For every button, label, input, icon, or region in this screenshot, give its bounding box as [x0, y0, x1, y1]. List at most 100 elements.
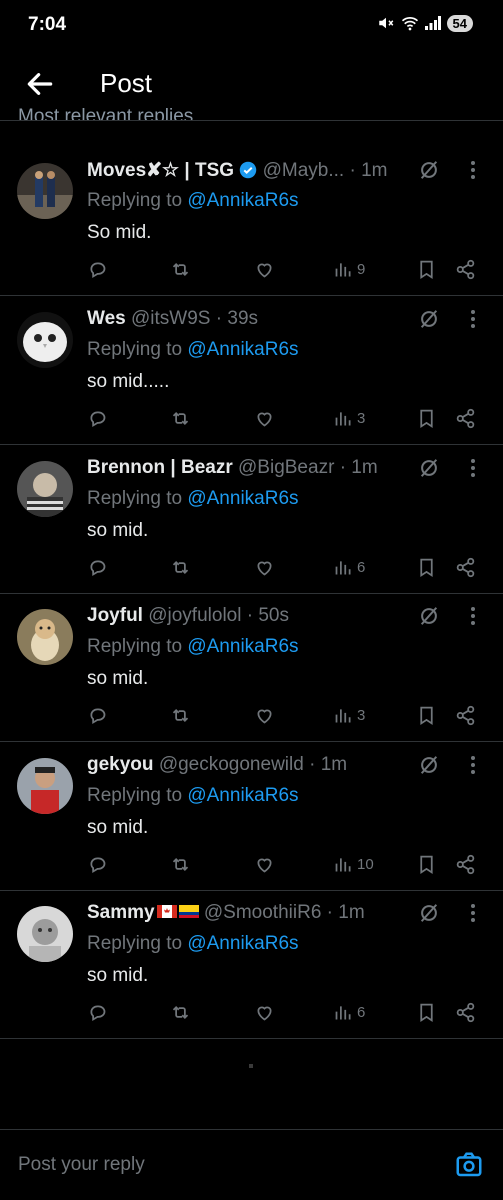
more-options-icon[interactable]	[465, 159, 481, 181]
like-button[interactable]	[254, 408, 275, 429]
share-button[interactable]	[455, 1002, 476, 1023]
user-handle[interactable]: @geckogonewild	[159, 754, 304, 775]
share-button[interactable]	[455, 259, 476, 280]
views-icon	[335, 709, 351, 723]
display-name[interactable]: Brennon | Beazr	[87, 457, 233, 478]
more-options-icon[interactable]	[465, 902, 481, 924]
share-button[interactable]	[455, 557, 476, 578]
views-button[interactable]: 6	[333, 1002, 365, 1023]
reply-item[interactable]: Moves✘☆ | TSG @Mayb... · 1m Replying to @…	[0, 147, 503, 296]
grok-icon[interactable]	[418, 902, 440, 924]
like-button[interactable]	[254, 854, 275, 875]
user-handle[interactable]: @Mayb...	[263, 160, 345, 181]
reply-item[interactable]: Sammy @SmoothiiR6 · 1m Replying to @Annik…	[0, 890, 503, 1039]
display-name[interactable]: Sammy	[87, 902, 155, 923]
bookmark-button[interactable]	[416, 705, 437, 726]
repost-button[interactable]	[170, 557, 191, 578]
like-button[interactable]	[254, 705, 275, 726]
post-time: · 50s	[246, 605, 289, 626]
views-icon	[335, 561, 351, 575]
post-time: · 39s	[215, 308, 259, 329]
grok-icon[interactable]	[418, 159, 440, 181]
heart-icon	[257, 709, 272, 724]
battery-indicator: 54	[446, 14, 473, 32]
display-name[interactable]: gekyou	[87, 754, 154, 775]
reply-button[interactable]	[87, 557, 108, 578]
replying-to-link[interactable]: @AnnikaR6s	[187, 339, 298, 360]
bookmark-icon	[420, 1003, 433, 1023]
bookmark-button[interactable]	[416, 557, 437, 578]
wifi-icon	[401, 17, 418, 31]
back-arrow-icon[interactable]	[24, 68, 56, 100]
bookmark-button[interactable]	[416, 1002, 437, 1023]
user-handle[interactable]: @BigBeazr	[238, 457, 334, 478]
repost-button[interactable]	[170, 854, 191, 875]
views-button[interactable]: 10	[333, 854, 374, 875]
user-handle[interactable]: @SmoothiiR6	[204, 902, 322, 923]
repost-button[interactable]	[170, 259, 191, 280]
reply-item[interactable]: Wes @itsW9S · 39s Replying to @AnnikaR6s s…	[0, 296, 503, 445]
reply-button[interactable]	[87, 259, 108, 280]
views-button[interactable]: 9	[333, 259, 365, 280]
reply-button[interactable]	[87, 1002, 108, 1023]
bookmark-button[interactable]	[416, 854, 437, 875]
replying-to-link[interactable]: @AnnikaR6s	[187, 636, 298, 657]
bookmark-button[interactable]	[416, 408, 437, 429]
reply-button[interactable]	[87, 408, 108, 429]
view-count: 6	[357, 559, 366, 576]
repost-button[interactable]	[170, 705, 191, 726]
more-options-icon[interactable]	[465, 605, 481, 627]
avatar[interactable]	[17, 461, 73, 517]
more-options-icon[interactable]	[465, 457, 481, 479]
reply-composer[interactable]: Post your reply	[0, 1129, 503, 1200]
post-time: · 1m	[349, 160, 388, 181]
views-icon	[335, 858, 351, 872]
avatar[interactable]	[17, 163, 73, 219]
views-button[interactable]: 3	[333, 705, 365, 726]
grok-icon[interactable]	[418, 605, 440, 627]
grok-icon[interactable]	[418, 308, 440, 330]
reply-item[interactable]: Brennon | Beazr @BigBeazr · 1m Replying t…	[0, 445, 503, 594]
canada-flag-icon	[156, 902, 177, 918]
reply-item[interactable]: Joyful @joyfulolol · 50s Replying to @Ann…	[0, 593, 503, 742]
reply-item[interactable]: gekyou @geckogonewild · 1m Replying to @A…	[0, 742, 503, 891]
share-button[interactable]	[455, 854, 476, 875]
like-button[interactable]	[254, 259, 275, 280]
more-options-icon[interactable]	[465, 754, 481, 776]
user-handle[interactable]: @joyfulolol	[148, 605, 241, 626]
repost-button[interactable]	[170, 408, 191, 429]
grok-icon[interactable]	[418, 754, 440, 776]
replying-to: Replying to @AnnikaR6s	[87, 785, 299, 807]
reply-input[interactable]: Post your reply	[18, 1154, 145, 1176]
reply-button[interactable]	[87, 854, 108, 875]
reply-icon	[90, 262, 106, 279]
display-name[interactable]: Moves✘☆ | TSG	[87, 160, 234, 181]
like-button[interactable]	[254, 1002, 275, 1023]
views-button[interactable]: 3	[333, 408, 365, 429]
like-button[interactable]	[254, 557, 275, 578]
replying-to-link[interactable]: @AnnikaR6s	[187, 933, 298, 954]
replying-to-link[interactable]: @AnnikaR6s	[187, 785, 298, 806]
replying-to: Replying to @AnnikaR6s	[87, 488, 299, 510]
user-handle[interactable]: @itsW9S	[131, 308, 210, 329]
bookmark-button[interactable]	[416, 259, 437, 280]
display-name[interactable]: Joyful	[87, 605, 143, 626]
replying-to-link[interactable]: @AnnikaR6s	[187, 488, 298, 509]
share-button[interactable]	[455, 705, 476, 726]
grok-icon[interactable]	[418, 457, 440, 479]
more-options-icon[interactable]	[465, 308, 481, 330]
share-button[interactable]	[455, 408, 476, 429]
views-button[interactable]: 6	[333, 557, 365, 578]
avatar[interactable]	[17, 609, 73, 665]
avatar[interactable]	[17, 312, 73, 368]
camera-icon[interactable]	[454, 1150, 484, 1180]
reply-button[interactable]	[87, 705, 108, 726]
replying-to-link[interactable]: @AnnikaR6s	[187, 190, 298, 211]
display-name[interactable]: Wes	[87, 308, 126, 329]
action-bar: 6	[0, 1002, 503, 1028]
avatar[interactable]	[17, 906, 73, 962]
repost-button[interactable]	[170, 1002, 191, 1023]
action-bar: 9	[0, 259, 503, 285]
share-icon	[456, 705, 475, 726]
avatar[interactable]	[17, 758, 73, 814]
